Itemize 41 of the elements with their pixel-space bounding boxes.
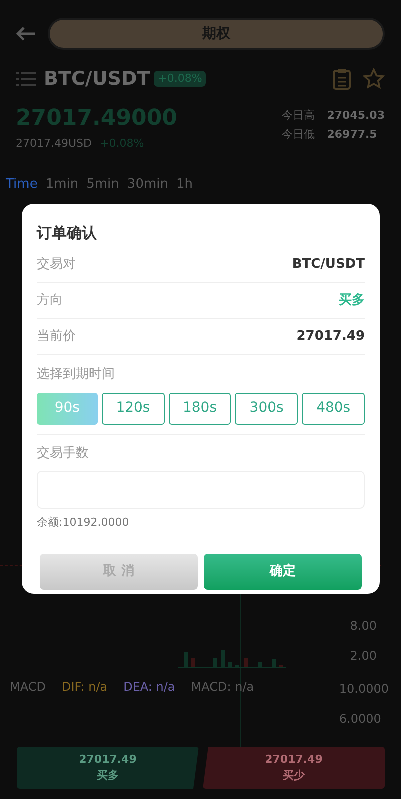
axis-label: 2.00 [350,648,377,665]
axis-label: 8.00 [350,618,377,635]
back-arrow-icon[interactable] [16,26,36,42]
dialog-title: 订单确认 [37,223,98,244]
stat-value: 26977.5 [327,126,378,142]
stat-value: 27045.03 [327,108,385,124]
row-label: 当前价 [37,328,76,346]
pair-symbol: BTC/USDT [44,66,150,92]
balance-text: 余额:10192.0000 [37,515,130,531]
timeframe-tab[interactable]: 5min [86,174,120,194]
timeframe-tab[interactable]: 30min [127,174,168,194]
axis-label: 10.0000 [339,681,389,698]
expiry-option[interactable]: 120s [102,392,165,424]
macd-legend-label: DIF: n/a [62,679,108,696]
menu-icon[interactable] [16,71,36,87]
macd-legend-label: MACD [10,679,46,696]
timeframe-tab[interactable]: Time [6,174,38,194]
amount-label: 交易手数 [37,444,90,462]
axis-label: 6.0000 [339,711,382,728]
row-label: 交易对 [37,256,76,274]
row-value: 买多 [339,292,365,310]
timeframe-tab[interactable]: 1h [176,174,193,194]
buy-long-button[interactable]: 27017.49 买多 [17,747,199,789]
expiry-label: 选择到期时间 [37,366,116,384]
macd-legend-label: MACD: n/a [191,679,254,696]
timeframe-tab[interactable]: 1min [46,174,79,194]
clipboard-icon[interactable] [333,68,351,90]
row-value: BTC/USDT [292,256,365,274]
row-label: 方向 [37,292,63,310]
stat-label: 今日高 [282,108,316,124]
usd-price: 27017.49USD [16,136,92,152]
row-value: 27017.49 [296,328,365,346]
buy-short-button[interactable]: 27017.49 买少 [203,747,385,789]
expiry-option[interactable]: 300s [235,392,298,424]
expiry-option[interactable]: 180s [168,392,232,424]
macd-legend-label: DEA: n/a [124,679,176,696]
stat-label: 今日低 [282,126,316,142]
confirm-button[interactable]: 确定 [204,554,362,590]
star-icon[interactable] [363,68,385,90]
expiry-option[interactable]: 480s [302,392,365,424]
expiry-option[interactable]: 90s [37,392,98,424]
